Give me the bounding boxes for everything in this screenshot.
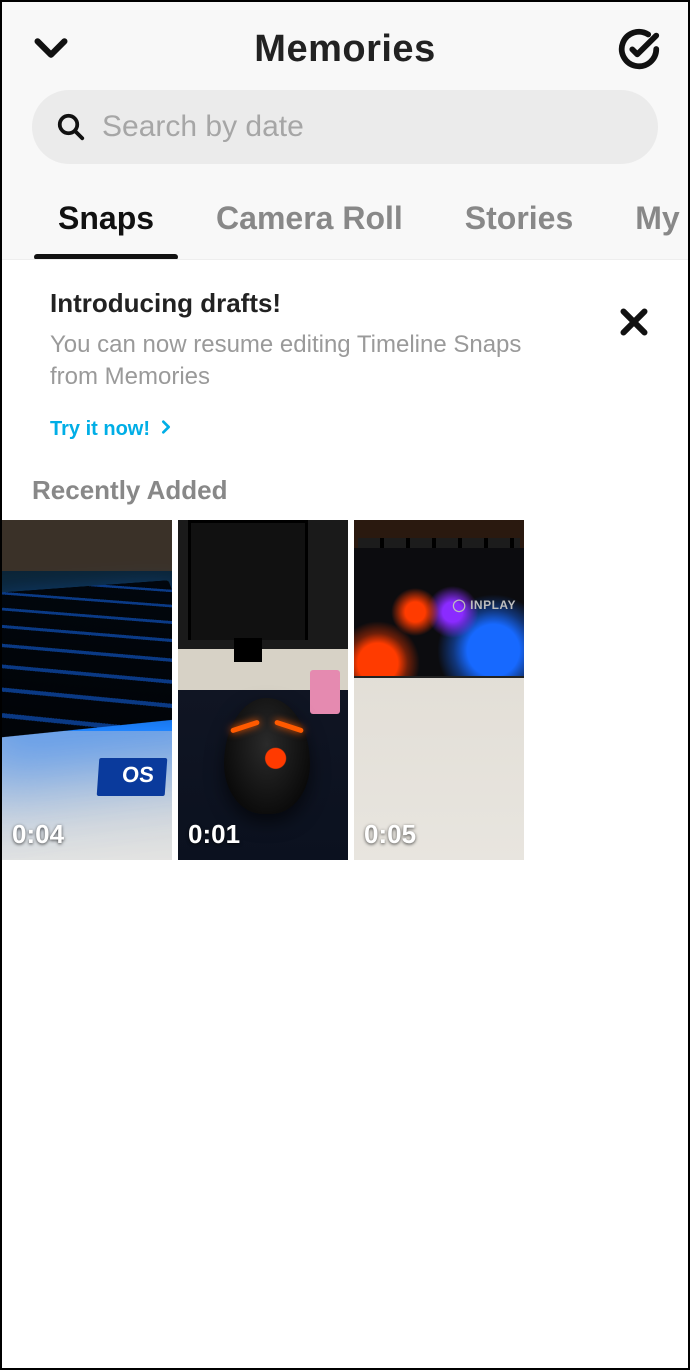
banner-cta-label: Try it now! (50, 418, 150, 441)
search-input[interactable] (102, 110, 634, 144)
tab-snaps[interactable]: Snaps (50, 186, 162, 259)
snap-grid: 0:04 0:01 ◯ INPLAY 0:05 (2, 520, 688, 860)
page-title: Memories (254, 28, 435, 71)
snap-duration: 0:04 (12, 819, 64, 850)
snap-thumbnail[interactable]: 0:01 (178, 520, 348, 860)
tab-stories[interactable]: Stories (457, 186, 581, 259)
drafts-banner: Introducing drafts! You can now resume e… (2, 260, 688, 465)
select-mode-icon[interactable] (616, 26, 662, 72)
snap-duration: 0:05 (364, 819, 416, 850)
snap-thumbnail[interactable]: 0:04 (2, 520, 172, 860)
tab-camera-roll[interactable]: Camera Roll (208, 186, 411, 259)
banner-description: You can now resume editing Timeline Snap… (50, 329, 570, 394)
close-chevron-icon[interactable] (28, 26, 74, 72)
snap-thumbnail[interactable]: ◯ INPLAY 0:05 (354, 520, 524, 860)
thumbnail-image (178, 520, 348, 860)
thumbnail-image: ◯ INPLAY (354, 520, 524, 860)
recently-added-section: Recently Added 0:04 0:01 ◯ INPLAY 0:05 (2, 465, 688, 1368)
banner-title: Introducing drafts! (50, 288, 648, 319)
chevron-right-icon (158, 418, 174, 441)
banner-cta-link[interactable]: Try it now! (50, 418, 174, 441)
search-icon (56, 112, 86, 142)
snap-duration: 0:01 (188, 819, 240, 850)
section-title: Recently Added (2, 475, 688, 520)
tabs: Snaps Camera Roll Stories My Eyes Only (2, 186, 688, 260)
banner-close-icon[interactable] (616, 304, 652, 345)
search-bar[interactable] (32, 90, 658, 164)
thumbnail-image (2, 520, 172, 860)
tab-my-eyes-only[interactable]: My Eyes Only (627, 186, 688, 259)
header: Memories (2, 2, 688, 90)
